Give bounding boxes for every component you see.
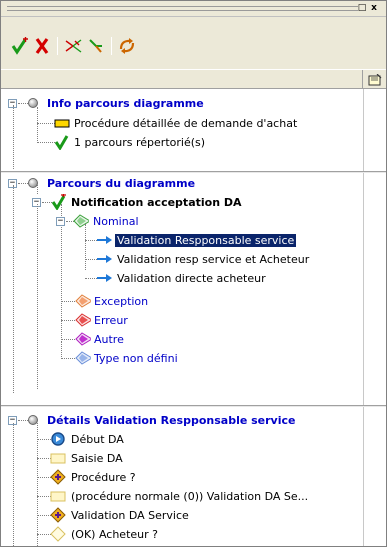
close-button[interactable]: x <box>369 3 379 13</box>
path-group-undefined[interactable]: Type non défini <box>1 349 363 368</box>
path-group-nominal[interactable]: − Nominal <box>1 212 363 231</box>
tree-item-label: Procédure détaillée de demande d'achat <box>74 117 298 130</box>
path-group-label: Erreur <box>94 314 128 327</box>
step-label: (procédure normale (0)) Validation DA Se… <box>71 490 309 503</box>
path-link-icon <box>89 39 102 53</box>
red-x-icon <box>35 38 49 54</box>
branching-paths-icon <box>65 39 82 53</box>
yellow-folder-icon <box>54 115 70 131</box>
path-group-other[interactable]: Autre <box>1 330 363 349</box>
green-check-icon <box>54 134 70 150</box>
path-group-exception[interactable]: Exception <box>1 292 363 311</box>
name-column-header[interactable] <box>1 70 363 89</box>
path-item-label: Validation resp service et Acheteur <box>117 253 310 266</box>
step-item[interactable]: Début DA <box>1 430 363 449</box>
section-title: Info parcours diagramme <box>47 97 204 110</box>
note-column-header[interactable] <box>364 72 386 88</box>
green-diamond-icon <box>73 213 89 229</box>
path-group-label: Type non défini <box>94 352 178 365</box>
step-label: Procédure ? <box>71 471 136 484</box>
lightblue-diamond-icon <box>75 350 91 366</box>
start-circle-icon <box>50 431 66 447</box>
orange-diamond-icon <box>75 293 91 309</box>
step-item[interactable]: (OK) Acheteur ? <box>1 525 363 544</box>
path-group-label: Exception <box>94 295 149 308</box>
decision-diamond-icon <box>50 526 66 542</box>
minimize-button[interactable]: □ <box>357 3 367 13</box>
section-parcours-diagramme[interactable]: − Parcours du diagramme <box>1 174 363 193</box>
path-group-label: Nominal <box>93 215 139 228</box>
tree-item[interactable]: Procédure détaillée de demande d'achat <box>1 114 363 133</box>
step-label: Début DA <box>71 433 124 446</box>
path-group-label: Autre <box>94 333 124 346</box>
path-root[interactable]: − Notification acceptation DA <box>1 193 363 212</box>
section-details[interactable]: − Détails Validation Respponsable servic… <box>1 411 363 430</box>
tree-item[interactable]: 1 parcours répertorié(s) <box>1 133 363 152</box>
path-item[interactable]: Validation directe acheteur <box>1 269 363 288</box>
blue-arrow-icon <box>96 232 112 248</box>
task-box-icon <box>50 488 66 504</box>
section-info-parcours[interactable]: − Info parcours diagramme <box>1 94 363 113</box>
note-icon <box>368 74 382 86</box>
path-item[interactable]: Validation resp service et Acheteur <box>1 250 363 269</box>
red-diamond-icon <box>75 312 91 328</box>
blue-arrow-icon <box>96 270 112 286</box>
green-checkmark-plus-icon <box>11 37 28 55</box>
step-item[interactable]: Saisie DA <box>1 449 363 468</box>
gateway-icon <box>50 507 66 523</box>
step-item[interactable]: Procédure ? <box>1 468 363 487</box>
step-label: (OK) Acheteur ? <box>71 528 158 541</box>
delete-button[interactable] <box>33 37 51 55</box>
gateway-icon <box>50 469 66 485</box>
path-root-label: Notification acceptation DA <box>71 196 242 209</box>
tree-item-label: 1 parcours répertorié(s) <box>74 136 206 149</box>
purple-diamond-icon <box>75 331 91 347</box>
panel-grip-bar[interactable]: □ x <box>1 1 386 17</box>
path-group-error[interactable]: Erreur <box>1 311 363 330</box>
task-box-icon <box>50 450 66 466</box>
section-bullet-icon <box>28 98 38 108</box>
section-title: Parcours du diagramme <box>47 177 196 190</box>
tree-view[interactable]: − Info parcours diagramme Procédure déta… <box>1 89 386 546</box>
link-paths-button[interactable] <box>87 37 105 55</box>
add-path-button[interactable] <box>11 37 29 55</box>
path-item-label: Validation Respponsable service <box>115 234 297 247</box>
section-title: Détails Validation Respponsable service <box>47 414 296 427</box>
green-check-icon <box>51 194 67 210</box>
refresh-button[interactable] <box>118 37 136 55</box>
cycle-arrows-icon <box>119 38 135 54</box>
step-label: Validation DA Service <box>71 509 189 522</box>
collapse-toggle[interactable]: − <box>56 217 65 226</box>
path-item-selected[interactable]: Validation Respponsable service <box>1 231 363 250</box>
step-item[interactable]: Validation DA Service <box>1 506 363 525</box>
toolbar <box>1 17 386 69</box>
step-item[interactable]: (procédure normale (0)) Validation DA Se… <box>1 487 363 506</box>
step-label: Saisie DA <box>71 452 123 465</box>
column-header <box>1 69 386 89</box>
path-item-label: Validation directe acheteur <box>117 272 266 285</box>
blue-arrow-icon <box>96 251 112 267</box>
path-explorer-panel: □ x − Info parcours diagramme Procédure … <box>0 0 387 547</box>
expand-paths-button[interactable] <box>64 37 82 55</box>
